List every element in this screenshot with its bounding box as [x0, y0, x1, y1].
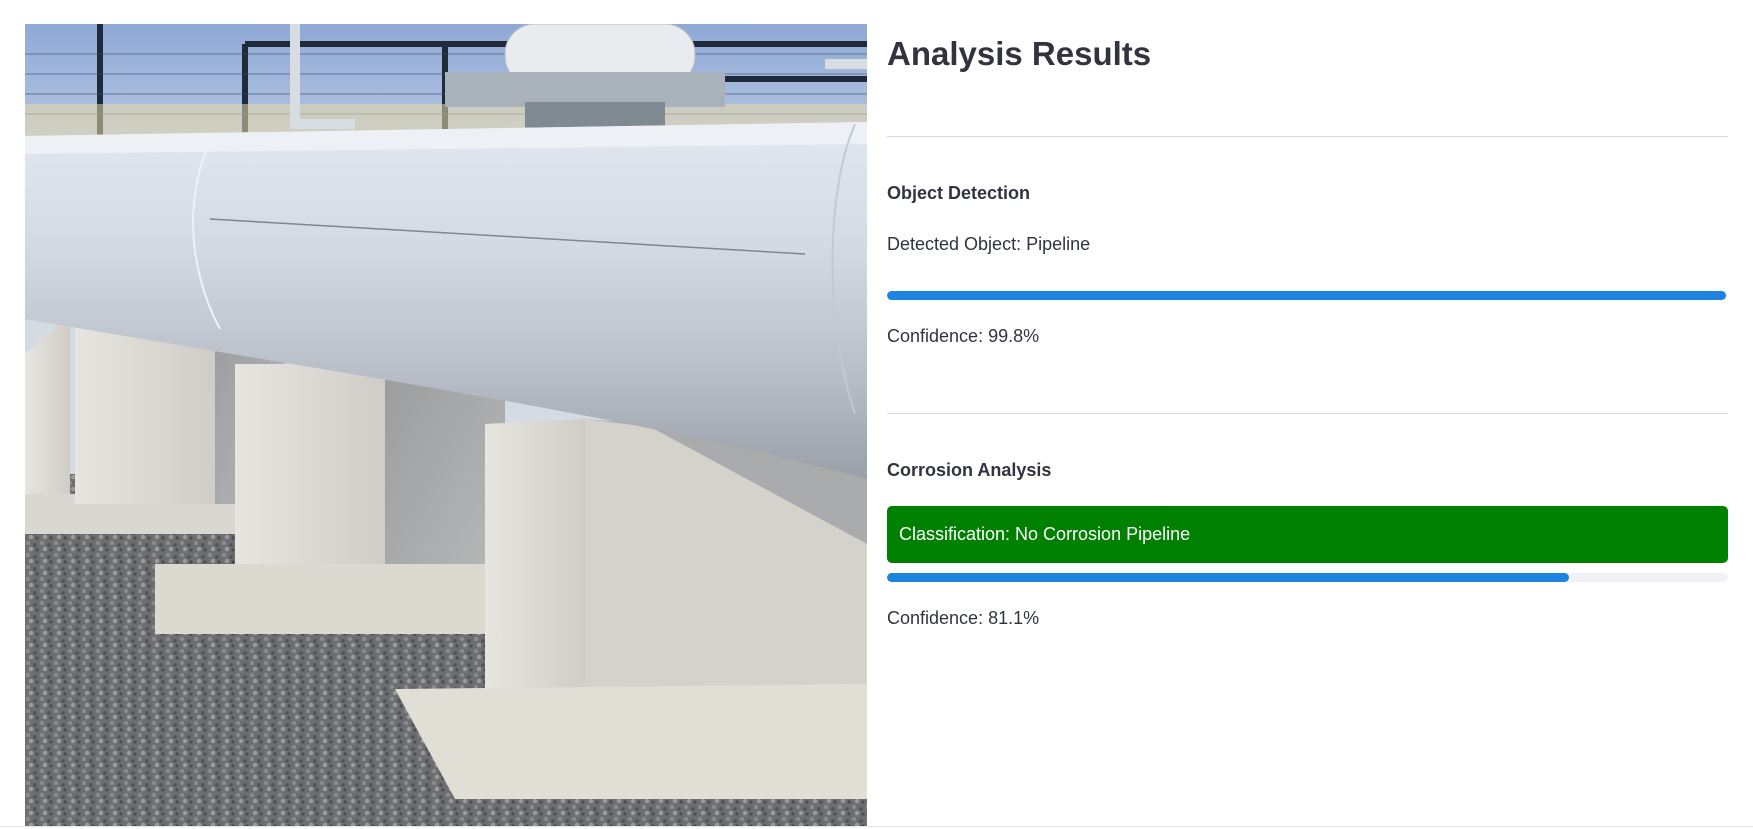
pipeline-image-drawing: [25, 24, 867, 827]
bottom-divider: [0, 826, 1753, 827]
object-detection-progress-fill: [887, 291, 1727, 300]
classification-text: Classification: No Corrosion Pipeline: [899, 524, 1191, 544]
corrosion-progress-fill: [887, 573, 1570, 582]
corrosion-progress-bar: [887, 573, 1728, 582]
page-title: Analysis Results: [887, 35, 1152, 72]
classification-banner: Classification: No Corrosion Pipeline: [887, 506, 1728, 563]
object-detection-progress-bar: [887, 291, 1728, 300]
corrosion-analysis-heading: Corrosion Analysis: [887, 460, 1052, 480]
divider: [887, 413, 1728, 414]
detected-object-text: Detected Object: Pipeline: [887, 234, 1091, 254]
app-page: Analysis Results Object Detection Detect…: [0, 0, 1753, 829]
object-detection-confidence-text: Confidence: 99.8%: [887, 326, 1040, 346]
corrosion-confidence-text: Confidence: 81.1%: [887, 608, 1040, 628]
pipeline-image: [25, 24, 867, 827]
divider: [887, 136, 1728, 137]
object-detection-heading: Object Detection: [887, 183, 1031, 203]
